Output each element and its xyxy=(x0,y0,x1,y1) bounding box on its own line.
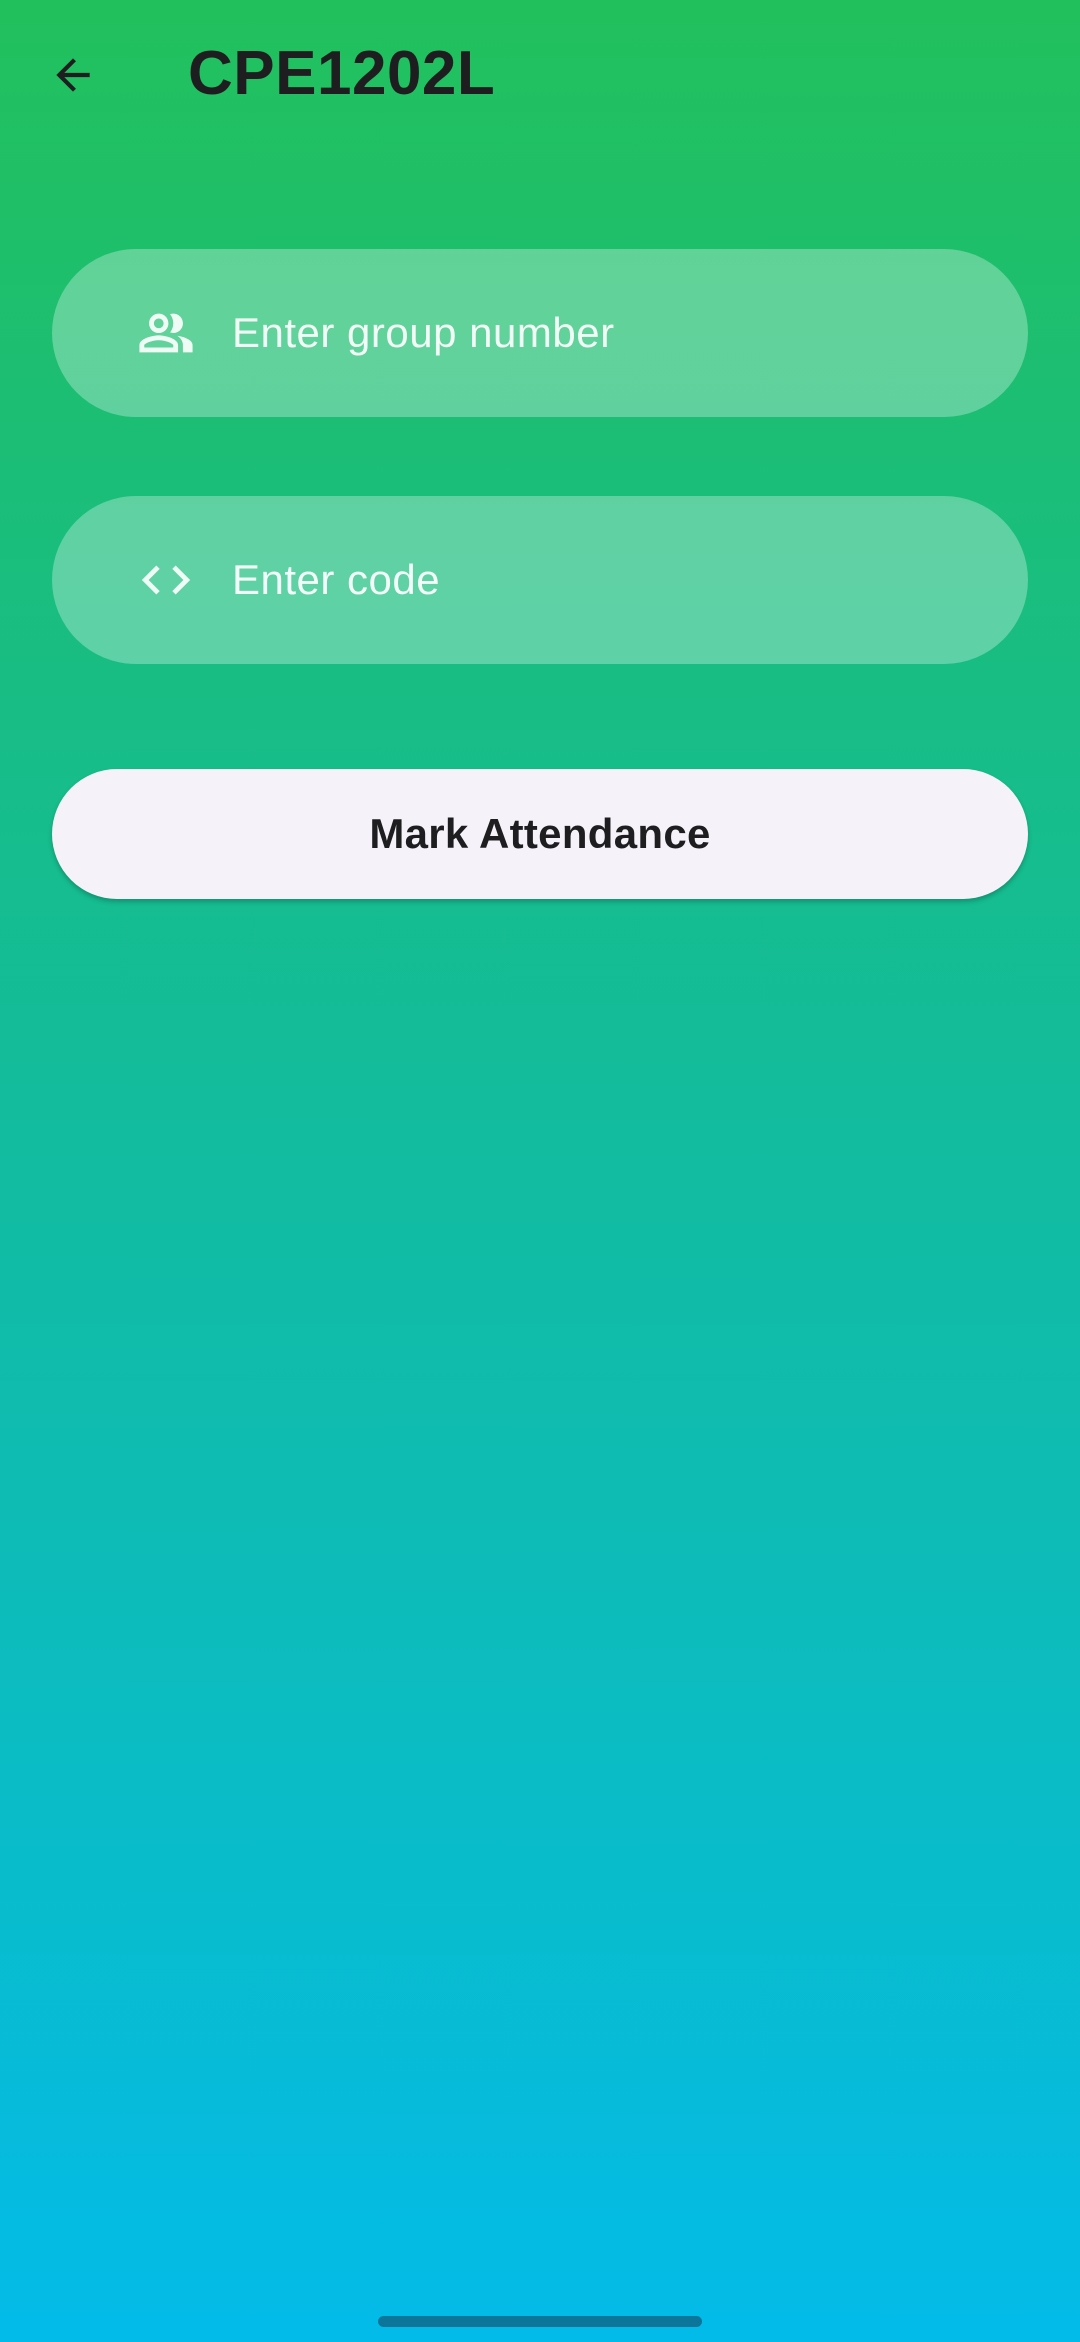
attendance-screen: CPE1202L Mark Attendance xyxy=(0,0,1080,2342)
mark-attendance-label: Mark Attendance xyxy=(369,810,711,857)
code-icon xyxy=(134,548,198,612)
arrow-left-icon xyxy=(56,58,90,92)
group-number-input[interactable] xyxy=(232,303,968,363)
home-indicator[interactable] xyxy=(378,2316,702,2327)
people-icon xyxy=(134,301,198,365)
back-button[interactable] xyxy=(28,30,118,120)
code-field[interactable] xyxy=(52,496,1028,664)
group-number-field[interactable] xyxy=(52,249,1028,417)
mark-attendance-button[interactable]: Mark Attendance xyxy=(52,769,1028,899)
code-input[interactable] xyxy=(232,550,968,610)
app-bar: CPE1202L xyxy=(0,0,1080,150)
page-title: CPE1202L xyxy=(188,39,496,108)
